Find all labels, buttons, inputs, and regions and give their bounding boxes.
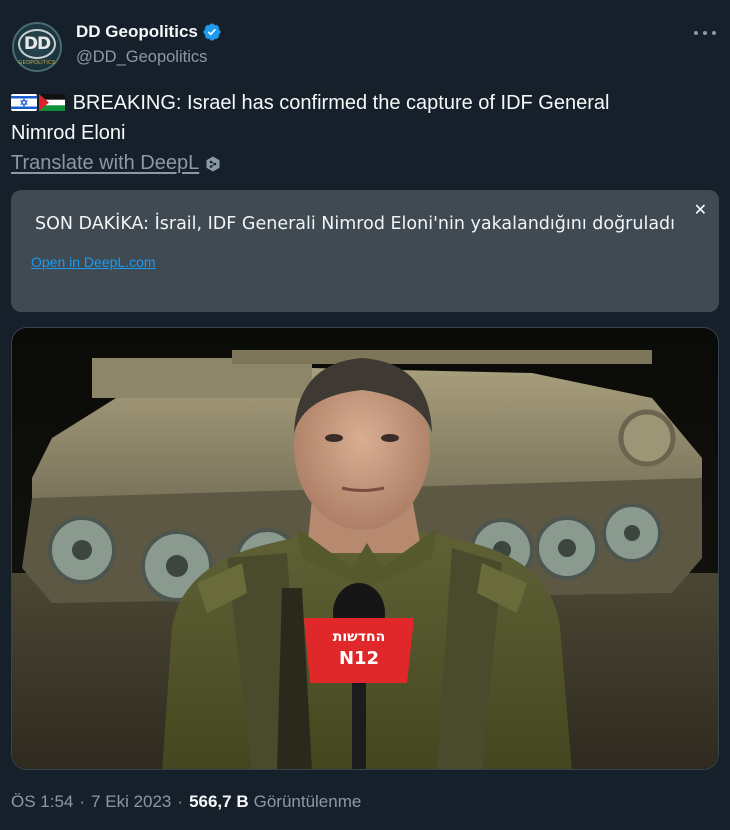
meta-separator: ·	[79, 792, 86, 811]
mic-flag-text-top: החדשות	[333, 629, 385, 645]
tweet-text-line1: BREAKING: Israel has confirmed the captu…	[72, 92, 610, 114]
translation-card: SON DAKİKA: İsrail, IDF Generali Nimrod …	[11, 190, 719, 312]
mic-flag-text-bottom: N12	[339, 648, 379, 669]
translate-link-label: Translate with DeepL	[11, 152, 200, 174]
meta-separator-2: ·	[177, 792, 184, 811]
deepl-icon	[206, 156, 220, 171]
tweet-time[interactable]: ÖS 1:54	[11, 792, 73, 812]
media-photo: החדשות N12	[12, 328, 718, 769]
tweet-meta: ÖS 1:54 · 7 Eki 2023 · 566,7 B Görüntüle…	[11, 792, 361, 812]
tweet: DD GEOPOLITICS DD Geopolitics @DD_Geopol…	[0, 0, 730, 830]
palestine-flag-icon	[39, 94, 65, 111]
views-label: Görüntülenme	[253, 792, 362, 811]
author-handle[interactable]: @DD_Geopolitics	[76, 48, 207, 67]
translation-text: SON DAKİKA: İsrail, IDF Generali Nimrod …	[35, 214, 676, 234]
avatar-subtext: GEOPOLITICS	[18, 59, 56, 66]
israel-flag-icon	[11, 94, 37, 111]
more-options-icon[interactable]	[694, 24, 716, 42]
tweet-text-line2: Nimrod Eloni	[11, 122, 126, 144]
tweet-date[interactable]: 7 Eki 2023	[91, 792, 171, 812]
avatar-monogram: DD	[18, 28, 56, 59]
avatar[interactable]: DD GEOPOLITICS	[12, 22, 62, 72]
translate-with-deepl-link[interactable]: Translate with DeepL	[11, 152, 221, 175]
close-icon[interactable]: ✕	[694, 200, 707, 219]
open-in-deepl-link[interactable]: Open in DeepL.com	[31, 254, 156, 270]
tweet-text: BREAKING: Israel has confirmed the captu…	[11, 88, 711, 148]
verified-badge-icon[interactable]	[202, 22, 222, 42]
views-count: 566,7 B	[189, 792, 249, 811]
author-name-row: DD Geopolitics	[76, 22, 222, 42]
author-display-name[interactable]: DD Geopolitics	[76, 22, 198, 42]
tweet-media-image[interactable]: החדשות N12	[11, 327, 719, 770]
